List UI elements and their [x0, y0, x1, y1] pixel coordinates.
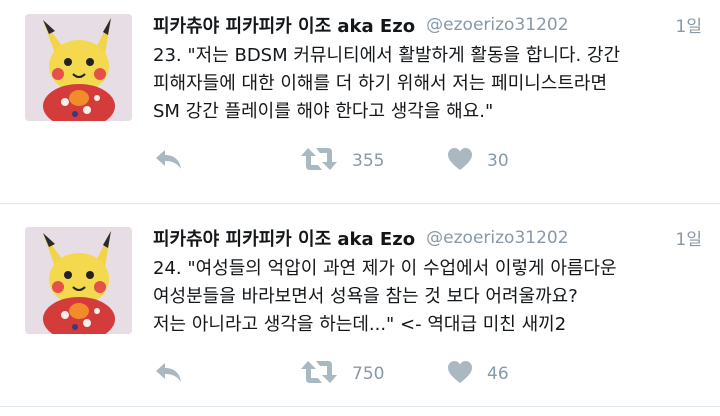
tweet-header: 피카츄야 피카피카 이조 aka Ezo @ezoerizo31202 1일 [153, 12, 702, 40]
like-button[interactable]: 30 [447, 145, 509, 177]
tweet-text-line: 23. "저는 BDSM 커뮤니티에서 활발하게 활동을 합니다. 강간 [153, 45, 621, 66]
avatar[interactable] [25, 14, 132, 121]
tweet-actions: 355 30 [153, 145, 673, 177]
retweet-count: 750 [352, 364, 385, 384]
tweet-text: 23. "저는 BDSM 커뮤니티에서 활발하게 활동을 합니다. 강간 피해자… [153, 42, 673, 126]
reply-icon [153, 360, 183, 388]
retweet-button[interactable]: 355 [300, 145, 384, 177]
timestamp[interactable]: 1일 [676, 12, 702, 37]
display-name[interactable]: 피카츄야 피카피카 이조 aka Ezo [153, 16, 415, 37]
avatar[interactable] [25, 227, 132, 334]
tweet-header: 피카츄야 피카피카 이조 aka Ezo @ezoerizo31202 1일 [153, 225, 702, 253]
reply-icon [153, 147, 183, 175]
timestamp[interactable]: 1일 [676, 225, 702, 250]
tweet-text-line: 저는 아니라고 생각을 하는데..." <- 역대급 미친 새끼2 [153, 314, 567, 335]
tweet[interactable]: 피카츄야 피카피카 이조 aka Ezo @ezoerizo31202 1일 2… [0, 213, 720, 416]
heart-icon [447, 360, 473, 388]
like-count: 30 [487, 151, 509, 171]
tweet-actions: 750 46 [153, 358, 673, 390]
tweet-text-line: SM 강간 플레이를 해야 한다고 생각을 해요." [153, 101, 494, 122]
user-handle[interactable]: @ezoerizo31202 [426, 228, 568, 248]
divider [0, 203, 720, 204]
tweet-text-line: 24. "여성들의 억압이 과연 제가 이 수업에서 이렇게 아름다운 [153, 258, 617, 279]
retweet-button[interactable]: 750 [300, 358, 384, 390]
user-handle[interactable]: @ezoerizo31202 [426, 15, 568, 35]
tweet-text: 24. "여성들의 억압이 과연 제가 이 수업에서 이렇게 아름다운 여성분들… [153, 255, 673, 339]
tweet-text-line: 피해자들에 대한 이해를 더 하기 위해서 저는 페미니스트라면 [153, 73, 608, 94]
reply-button[interactable] [153, 358, 183, 390]
retweet-icon [300, 359, 338, 389]
heart-icon [447, 147, 473, 175]
reply-button[interactable] [153, 145, 183, 177]
display-name[interactable]: 피카츄야 피카피카 이조 aka Ezo [153, 229, 415, 250]
tweet[interactable]: 피카츄야 피카피카 이조 aka Ezo @ezoerizo31202 1일 2… [0, 0, 720, 203]
tweet-text-line: 여성분들을 바라보면서 성욕을 참는 것 보다 어려울까요? [153, 286, 578, 307]
retweet-count: 355 [352, 151, 385, 171]
retweet-icon [300, 146, 338, 176]
like-count: 46 [487, 364, 509, 384]
like-button[interactable]: 46 [447, 358, 509, 390]
